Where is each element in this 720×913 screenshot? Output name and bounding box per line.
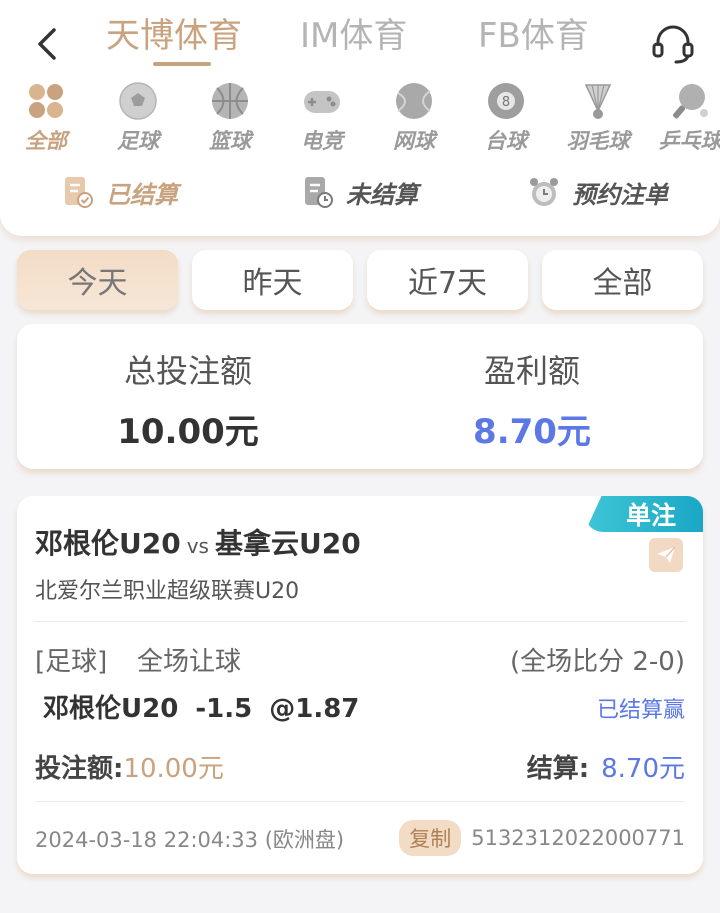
sport-badminton[interactable]: 羽毛球 (552, 78, 644, 155)
sports-filter-row: 全部 足球 篮球 电竞 网球 8 台球 羽毛球 乒乓球 (0, 78, 720, 158)
tab-tianbo[interactable]: 天博体育 (106, 8, 242, 57)
date-filter-7days[interactable]: 近7天 (367, 250, 528, 310)
sport-soccer[interactable]: 足球 (92, 78, 184, 155)
soccer-ball-icon (119, 82, 157, 120)
paper-plane-icon (657, 546, 676, 563)
tab-unsettled-label: 未结算 (346, 180, 418, 209)
bet-time: 2024-03-18 22:04:33 (欧洲盘) (35, 828, 345, 852)
sport-pingpong[interactable]: 乒乓球 (644, 78, 720, 155)
match-title: 邓根伦U20 vs 基拿云U20 (35, 522, 361, 562)
single-bet-badge: 单注 (585, 496, 703, 532)
profit-value: 8.70元 (473, 412, 591, 452)
market-name: 全场让球 (137, 647, 242, 677)
tab-settled-label: 已结算 (106, 180, 178, 209)
ping-pong-icon (673, 84, 708, 119)
top-panel: 天博体育 IM体育 FB体育 全部 足球 篮球 电竞 网球 8 台球 羽毛球 乒… (0, 0, 720, 236)
summary-card: 总投注额 10.00元 盈利额 8.70元 (17, 324, 703, 469)
sport-label: 全部 (25, 129, 67, 153)
settlement-label: 结算: (526, 754, 590, 784)
profit-block: 盈利额 8.70元 (402, 346, 662, 453)
total-stake-value: 10.00元 (117, 412, 259, 452)
date-filter-yesterday[interactable]: 昨天 (192, 250, 353, 310)
sport-label: 乒乓球 (658, 129, 720, 153)
provider-tabs: 天博体育 IM体育 FB体育 (0, 0, 720, 70)
stake-value: 10.00元 (123, 754, 224, 784)
divider (35, 621, 685, 622)
gamepad-icon (304, 91, 340, 113)
settle-status: 已结算赢 (596, 698, 685, 723)
settlement-value: 8.70元 (601, 754, 685, 784)
final-score: (全场比分 2-0) (509, 647, 685, 677)
order-id: 5132312022000771 (471, 826, 685, 850)
bet-record-card[interactable]: 单注 邓根伦U20 vs 基拿云U20 北爱尔兰职业超级联赛U20 [足球] 全场让… (17, 496, 703, 874)
vs-text: vs (186, 534, 209, 558)
sport-billiards[interactable]: 8 台球 (460, 78, 552, 155)
tab-settled[interactable]: 已结算 (62, 172, 178, 212)
customer-service-button[interactable] (650, 22, 696, 66)
order-id-group: 复制 5132312022000771 (399, 820, 685, 856)
all-grid-icon (29, 84, 63, 118)
profit-label: 盈利额 (483, 352, 580, 390)
share-button[interactable] (649, 538, 683, 572)
settled-doc-icon (65, 177, 93, 208)
date-filter-all[interactable]: 全部 (542, 250, 703, 310)
copy-button[interactable]: 复制 (399, 820, 462, 856)
settlement-tabs: 已结算 未结算 预约注单 (0, 172, 720, 216)
billiard-ball-icon: 8 (488, 83, 524, 119)
date-filter-today[interactable]: 今天 (17, 250, 178, 310)
sport-label: 电竞 (301, 129, 343, 153)
shuttlecock-icon (584, 84, 612, 119)
tab-unsettled[interactable]: 未结算 (302, 172, 418, 212)
tennis-ball-icon (396, 83, 432, 119)
sport-label: 台球 (485, 129, 527, 153)
sport-label: 网球 (393, 129, 435, 153)
active-tab-indicator (153, 62, 211, 66)
divider (35, 801, 685, 802)
tab-im[interactable]: IM体育 (300, 8, 407, 57)
sport-label: 足球 (117, 129, 159, 153)
settlement-row: 结算: 8.70元 (527, 748, 685, 785)
stake-row: 投注额:10.00元 (35, 748, 224, 785)
sport-all[interactable]: 全部 (0, 78, 92, 155)
away-team: 基拿云U20 (214, 527, 361, 560)
sport-basketball[interactable]: 篮球 (184, 78, 276, 155)
headset-icon (652, 25, 694, 64)
sport-label: 羽毛球 (566, 129, 630, 153)
home-team: 邓根伦U20 (35, 527, 181, 560)
pending-doc-icon (305, 177, 333, 208)
sport-esports[interactable]: 电竞 (276, 78, 368, 155)
basketball-icon (212, 83, 248, 119)
stake-label: 投注额: (35, 754, 124, 784)
total-stake-block: 总投注额 10.00元 (58, 346, 318, 453)
tab-scheduled[interactable]: 预约注单 (528, 172, 668, 212)
tab-fb[interactable]: FB体育 (478, 8, 589, 57)
total-stake-label: 总投注额 (123, 352, 252, 390)
sport-type: [足球] (35, 647, 108, 677)
svg-text:8: 8 (502, 95, 510, 110)
league-name: 北爱尔兰职业超级联赛U20 (35, 579, 300, 604)
tab-scheduled-label: 预约注单 (572, 180, 668, 209)
sport-label: 篮球 (209, 129, 251, 153)
sport-tennis[interactable]: 网球 (368, 78, 460, 155)
alarm-clock-icon (530, 178, 558, 206)
bet-selection: 邓根伦U20 -1.5 @1.87 (43, 694, 360, 724)
